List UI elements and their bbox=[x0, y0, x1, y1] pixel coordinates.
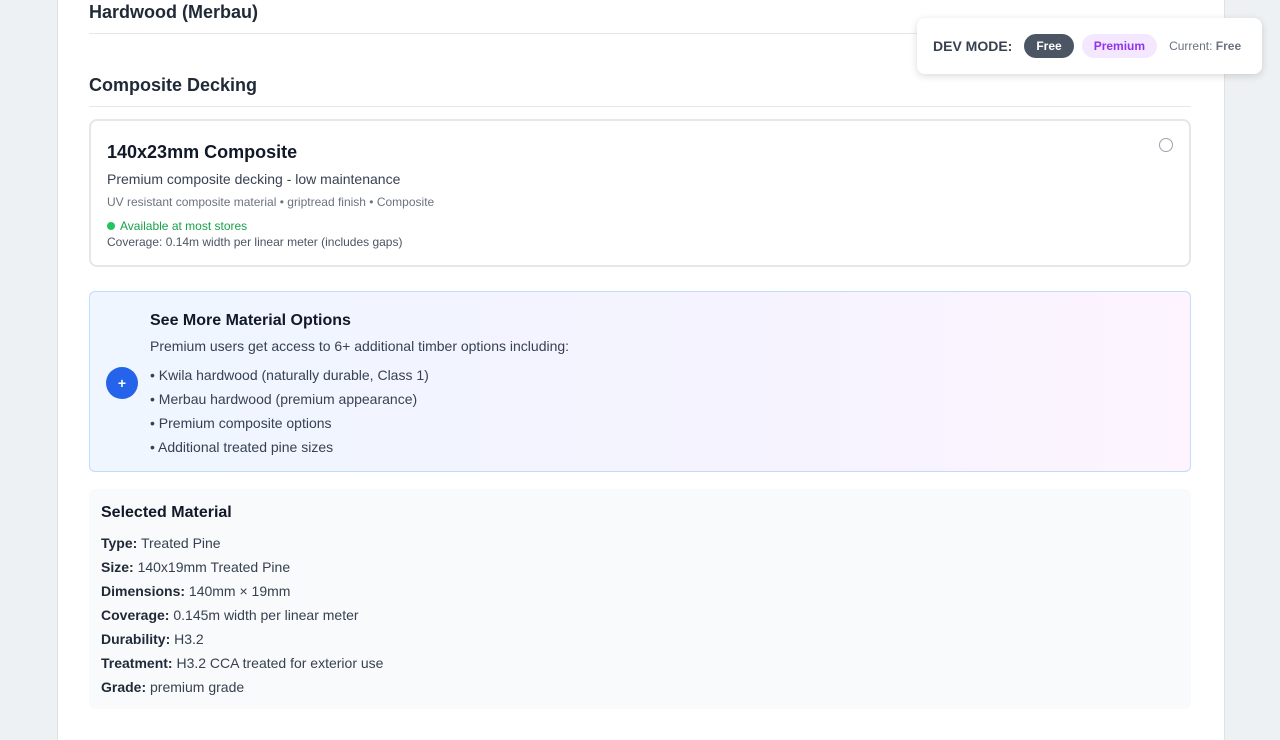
dev-mode-label: DEV MODE: bbox=[933, 38, 1013, 54]
detail-value: premium grade bbox=[150, 679, 245, 695]
detail-value: 0.145m width per linear meter bbox=[173, 607, 359, 623]
detail-row-size: Size: 140x19mm Treated Pine bbox=[101, 558, 383, 582]
availability-text: Available at most stores bbox=[120, 219, 248, 233]
detail-value: 140mm × 19mm bbox=[188, 583, 291, 599]
option-description: Premium composite decking - low maintena… bbox=[107, 171, 401, 187]
detail-label: Coverage: bbox=[101, 607, 170, 623]
option-radio-button[interactable] bbox=[1159, 138, 1173, 152]
detail-label: Grade: bbox=[101, 679, 147, 695]
list-item: • Premium composite options bbox=[150, 415, 332, 431]
list-item: • Merbau hardwood (premium appearance) bbox=[150, 391, 418, 407]
detail-value: H3.2 bbox=[174, 631, 204, 647]
detail-label: Type: bbox=[101, 535, 138, 551]
option-coverage: Coverage: 0.14m width per linear meter (… bbox=[107, 235, 403, 249]
dev-mode-toolbar: DEV MODE: Free Premium Current: Free bbox=[917, 18, 1262, 74]
composite-heading: Composite Decking bbox=[89, 75, 258, 95]
detail-label: Treatment: bbox=[101, 655, 173, 671]
detail-value: H3.2 CCA treated for exterior use bbox=[176, 655, 384, 671]
upsell-subtitle: Premium users get access to 6+ additiona… bbox=[150, 338, 570, 354]
detail-label: Size: bbox=[101, 559, 134, 575]
option-specs: UV resistant composite material • griptr… bbox=[107, 195, 435, 209]
free-mode-button[interactable]: Free bbox=[1024, 34, 1074, 58]
detail-row-coverage: Coverage: 0.145m width per linear meter bbox=[101, 606, 383, 630]
selected-material-title: Selected Material bbox=[101, 504, 232, 521]
detail-row-durability: Durability: H3.2 bbox=[101, 630, 383, 654]
detail-row-treatment: Treatment: H3.2 CCA treated for exterior… bbox=[101, 654, 383, 678]
composite-option-card[interactable]: 140x23mm Composite Premium composite dec… bbox=[89, 119, 1191, 267]
selected-material-details: Type: Treated Pine Size: 140x19mm Treate… bbox=[101, 534, 383, 702]
upsell-title: See More Material Options bbox=[150, 312, 351, 329]
detail-row-dimensions: Dimensions: 140mm × 19mm bbox=[101, 582, 383, 606]
detail-row-type: Type: Treated Pine bbox=[101, 534, 383, 558]
current-mode-value: Free bbox=[1215, 39, 1242, 53]
availability-status: Available at most stores bbox=[107, 219, 247, 233]
detail-label: Dimensions: bbox=[101, 583, 186, 599]
option-title: 140x23mm Composite bbox=[107, 142, 298, 162]
upsell-list: • Kwila hardwood (naturally durable, Cla… bbox=[150, 366, 429, 462]
selected-material-panel: Selected Material Type: Treated Pine Siz… bbox=[89, 489, 1191, 709]
list-item: • Kwila hardwood (naturally durable, Cla… bbox=[150, 367, 429, 383]
see-more-options-banner[interactable]: + See More Material Options Premium user… bbox=[89, 291, 1191, 472]
detail-value: Treated Pine bbox=[140, 535, 221, 551]
current-mode-indicator: Current: Free bbox=[1169, 39, 1241, 53]
premium-mode-button[interactable]: Premium bbox=[1081, 34, 1158, 58]
detail-value: 140x19mm Treated Pine bbox=[137, 559, 291, 575]
detail-label: Durability: bbox=[101, 631, 171, 647]
green-dot-icon bbox=[107, 222, 115, 230]
plus-icon[interactable]: + bbox=[106, 367, 138, 399]
section-divider bbox=[89, 106, 1191, 107]
detail-row-grade: Grade: premium grade bbox=[101, 678, 383, 702]
current-mode-prefix: Current: bbox=[1169, 39, 1213, 53]
list-item: • Additional treated pine sizes bbox=[150, 439, 334, 455]
